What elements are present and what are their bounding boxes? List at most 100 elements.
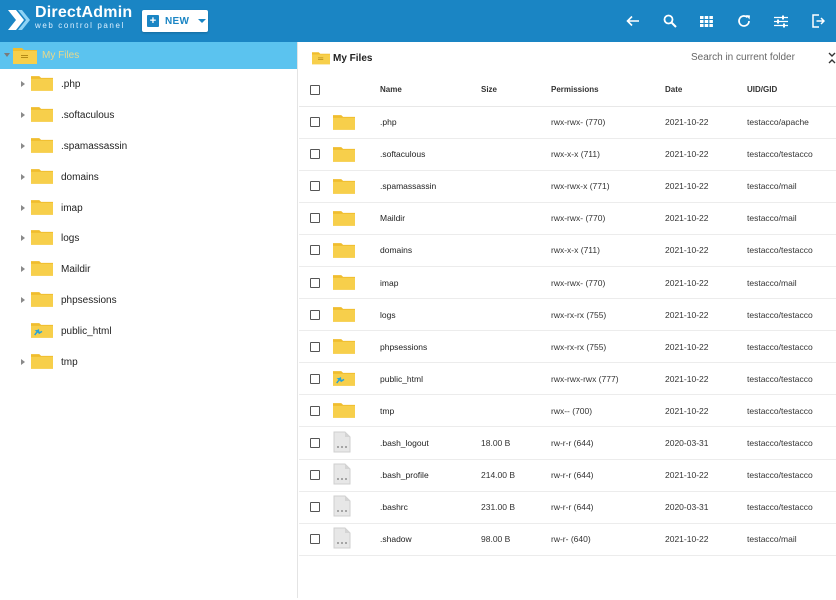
file-name[interactable]: .shadow	[380, 523, 481, 556]
file-date: 2021-10-22	[665, 298, 747, 332]
column-header-date[interactable]: Date	[665, 74, 747, 107]
caret-right-icon[interactable]	[21, 81, 25, 87]
column-header-uid-gid[interactable]: UID/GID	[747, 74, 836, 107]
settings-sliders-icon[interactable]	[762, 0, 799, 42]
row-checkbox[interactable]	[310, 117, 320, 128]
caret-right-icon[interactable]	[21, 204, 25, 211]
caret-down-icon	[198, 19, 207, 23]
row-checkbox[interactable]	[310, 181, 320, 192]
file-row[interactable]: .spamassassin rwx-rwx-x (771) 2021-10-22…	[299, 170, 836, 203]
logo[interactable]: DirectAdmin web control panel	[6, 5, 132, 30]
file-name[interactable]: domains	[380, 234, 481, 267]
row-checkbox[interactable]	[310, 341, 320, 352]
column-header-name[interactable]: Name	[380, 74, 481, 107]
file-name[interactable]: tmp	[380, 394, 481, 428]
tree-item[interactable]: domains	[0, 162, 297, 193]
select-all-checkbox[interactable]	[310, 84, 320, 95]
caret-right-icon[interactable]	[21, 142, 25, 149]
file-permissions: rw-r-r (644)	[551, 459, 665, 492]
tree-item-label: .softaculous	[61, 109, 115, 121]
tree-root-my-files[interactable]: My Files	[0, 42, 297, 69]
search-icon[interactable]	[651, 0, 688, 42]
file-row[interactable]: .softaculous rwx-x-x (711) 2021-10-22 te…	[299, 138, 836, 171]
caret-right-icon[interactable]	[21, 235, 25, 242]
file-row[interactable]: logs rwx-rx-rx (755) 2021-10-22 testacco…	[299, 298, 836, 332]
file-row[interactable]: .bash_logout 18.00 B rw-r-r (644) 2020-0…	[299, 426, 836, 460]
file-row[interactable]: tmp rwx-- (700) 2021-10-22 testacco/test…	[299, 394, 836, 428]
column-header-permissions[interactable]: Permissions	[551, 74, 665, 107]
file-uid-gid: testacco/apache	[747, 106, 836, 139]
file-row[interactable]: phpsessions rwx-rx-rx (755) 2021-10-22 t…	[299, 330, 836, 364]
current-folder-title: My Files	[333, 53, 373, 64]
file-row[interactable]: Maildir rwx-rwx- (770) 2021-10-22 testac…	[299, 202, 836, 235]
tree-item[interactable]: Maildir	[0, 254, 297, 285]
caret-down-icon[interactable]	[4, 53, 10, 57]
tree-item-label: logs	[61, 233, 80, 245]
file-uid-gid: testacco/mail	[747, 523, 836, 556]
file-permissions: rwx-- (700)	[551, 394, 665, 428]
collapse-expand-icon[interactable]	[827, 51, 836, 65]
search-input[interactable]: Search in current folder	[691, 52, 795, 63]
folder-icon	[333, 401, 355, 420]
row-checkbox[interactable]	[310, 534, 320, 545]
logout-icon[interactable]	[799, 0, 836, 42]
tree-item[interactable]: imap	[0, 193, 297, 224]
refresh-icon[interactable]	[725, 0, 762, 42]
caret-right-icon[interactable]	[21, 266, 25, 273]
file-date: 2021-10-22	[665, 523, 747, 556]
caret-right-icon[interactable]	[21, 297, 25, 304]
directadmin-logo-icon	[6, 6, 30, 30]
file-row[interactable]: domains rwx-x-x (711) 2021-10-22 testacc…	[299, 234, 836, 267]
column-header-size[interactable]: Size	[481, 74, 551, 107]
file-name[interactable]: Maildir	[380, 202, 481, 235]
tree-item[interactable]: phpsessions	[0, 285, 297, 316]
row-checkbox[interactable]	[310, 405, 320, 416]
row-checkbox[interactable]	[310, 277, 320, 288]
tree-item[interactable]: .spamassassin	[0, 131, 297, 162]
file-name[interactable]: .bashrc	[380, 491, 481, 524]
file-permissions: rwx-x-x (711)	[551, 234, 665, 267]
file-permissions: rwx-rx-rx (755)	[551, 298, 665, 332]
file-date: 2021-10-22	[665, 266, 747, 300]
caret-right-icon[interactable]	[21, 359, 25, 366]
row-checkbox[interactable]	[310, 470, 320, 481]
caret-right-icon[interactable]	[21, 173, 25, 180]
tree-item[interactable]: tmp	[0, 347, 297, 378]
row-checkbox[interactable]	[310, 245, 320, 256]
grid-view-icon[interactable]	[688, 0, 725, 42]
file-row[interactable]: public_html rwx-rwx-rwx (777) 2021-10-22…	[299, 362, 836, 396]
tree-item-label: domains	[61, 171, 99, 183]
file-name[interactable]: .php	[380, 106, 481, 139]
row-checkbox[interactable]	[310, 213, 320, 224]
file-name[interactable]: imap	[380, 266, 481, 300]
file-name[interactable]: .spamassassin	[380, 170, 481, 203]
tree-item[interactable]: logs	[0, 223, 297, 254]
tree-item[interactable]: .php	[0, 69, 297, 100]
file-row[interactable]: .bash_profile 214.00 B rw-r-r (644) 2021…	[299, 459, 836, 492]
tree-item[interactable]: .softaculous	[0, 100, 297, 131]
tree-item[interactable]: public_html	[0, 316, 297, 347]
folder-icon	[31, 352, 53, 374]
file-row[interactable]: imap rwx-rwx- (770) 2021-10-22 testacco/…	[299, 266, 836, 300]
file-uid-gid: testacco/mail	[747, 266, 836, 300]
row-checkbox[interactable]	[310, 149, 320, 160]
file-date: 2020-03-31	[665, 426, 747, 460]
file-name[interactable]: .bash_profile	[380, 459, 481, 492]
back-arrow-icon[interactable]	[614, 0, 651, 42]
file-row[interactable]: .shadow 98.00 B rw-r- (640) 2021-10-22 t…	[299, 523, 836, 556]
new-button[interactable]: + NEW	[142, 10, 208, 32]
row-checkbox[interactable]	[310, 309, 320, 320]
file-row[interactable]: .bashrc 231.00 B rw-r-r (644) 2020-03-31…	[299, 491, 836, 524]
file-name[interactable]: .softaculous	[380, 138, 481, 171]
file-name[interactable]: public_html	[380, 362, 481, 396]
row-checkbox[interactable]	[310, 437, 320, 448]
file-permissions: rwx-rx-rx (755)	[551, 330, 665, 364]
row-checkbox[interactable]	[310, 502, 320, 513]
file-row[interactable]: .php rwx-rwx- (770) 2021-10-22 testacco/…	[299, 106, 836, 139]
new-button-label: NEW	[165, 15, 190, 27]
file-name[interactable]: phpsessions	[380, 330, 481, 364]
file-name[interactable]: logs	[380, 298, 481, 332]
caret-right-icon[interactable]	[21, 111, 25, 118]
row-checkbox[interactable]	[310, 373, 320, 384]
file-name[interactable]: .bash_logout	[380, 426, 481, 460]
